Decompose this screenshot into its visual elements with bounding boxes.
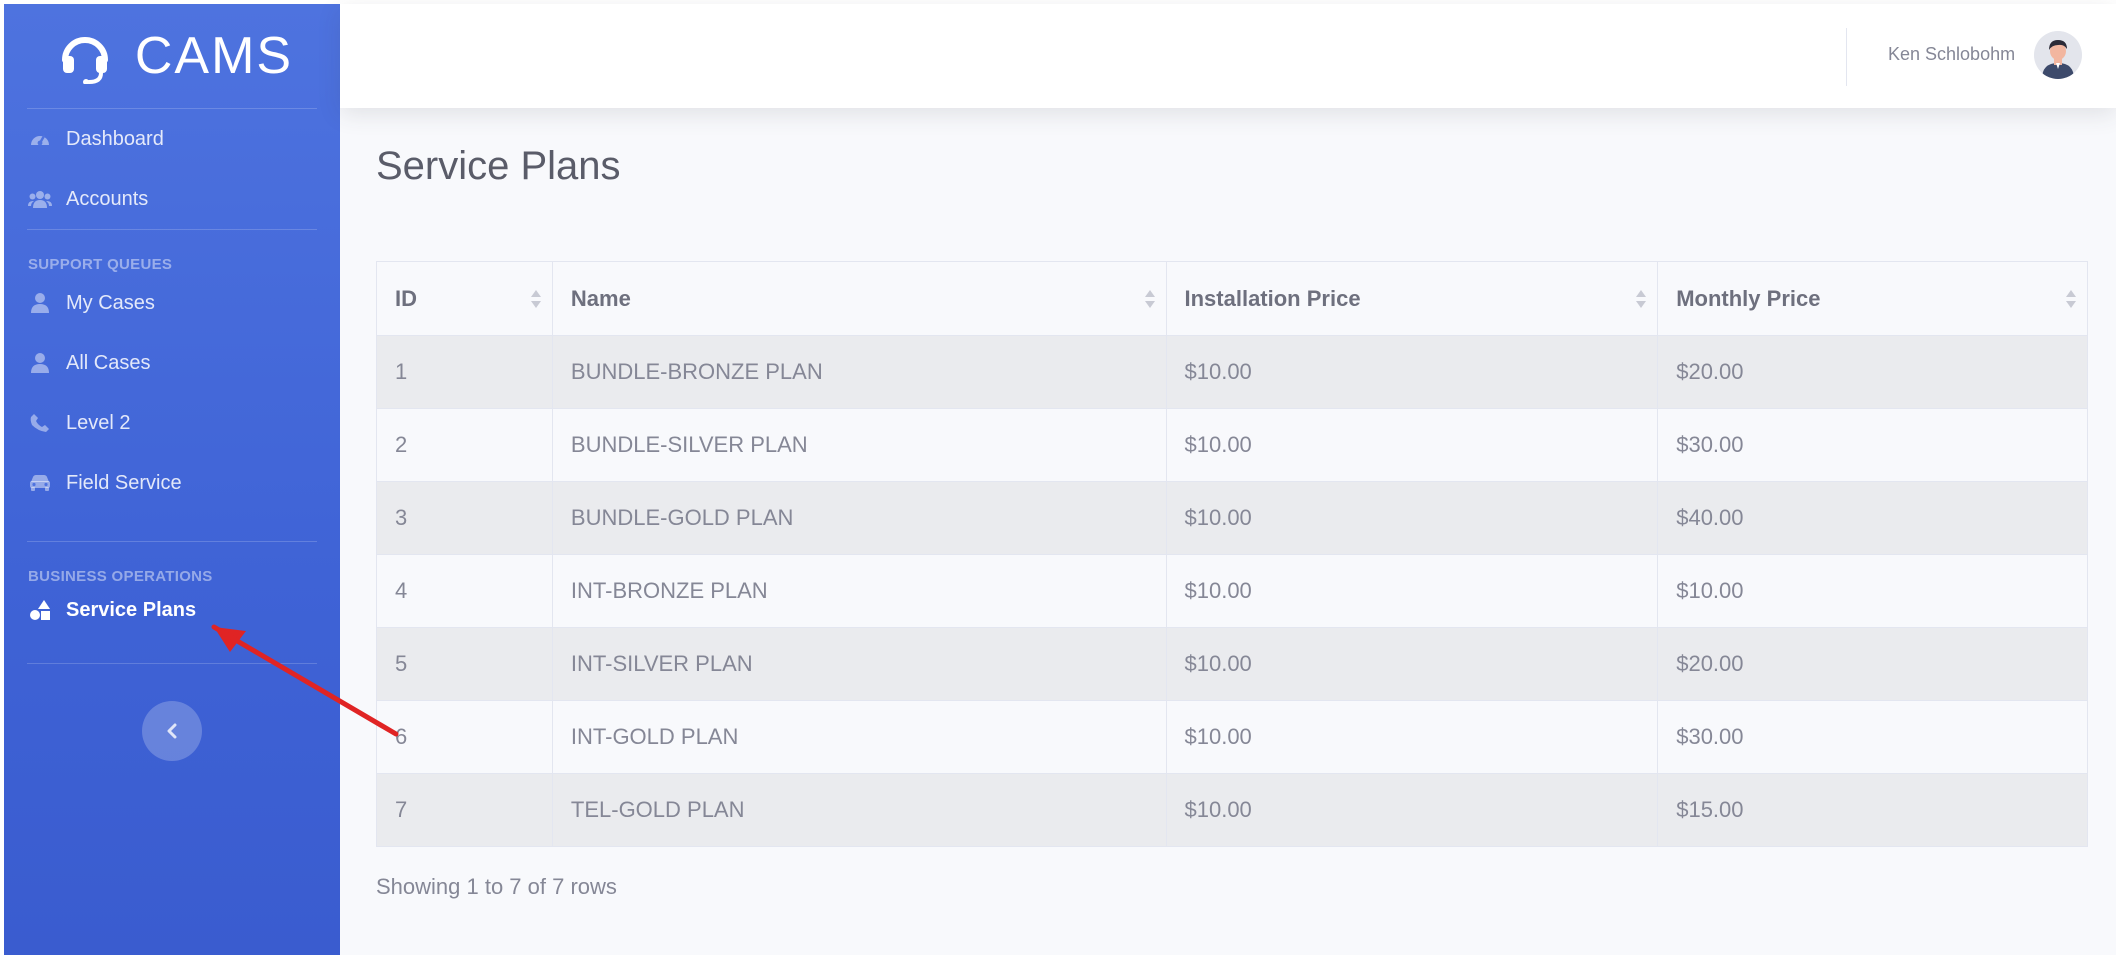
sidebar-item-my-cases[interactable]: My Cases — [4, 273, 340, 333]
users-icon — [28, 187, 52, 211]
sidebar-divider — [27, 229, 317, 230]
main-content: Service Plans ID Name Installation Price… — [340, 108, 2116, 955]
cell-monthly-price: $20.00 — [1657, 627, 2088, 701]
column-header-monthly-price[interactable]: Monthly Price — [1657, 261, 2088, 336]
sidebar-item-label: Dashboard — [66, 127, 164, 150]
chevron-left-icon — [167, 723, 177, 739]
cell-installation-price: $10.00 — [1165, 554, 1659, 628]
cell-name: INT-SILVER PLAN — [551, 627, 1167, 701]
cell-name: INT-GOLD PLAN — [551, 700, 1167, 774]
sidebar-item-label: Level 2 — [66, 411, 131, 434]
sidebar-item-label: All Cases — [66, 351, 151, 374]
service-plans-table: ID Name Installation Price Monthly Price — [376, 261, 2088, 847]
car-icon — [28, 471, 52, 495]
cell-id: 7 — [376, 773, 553, 847]
topbar: Ken Schlobohm — [340, 4, 2116, 108]
cell-installation-price: $10.00 — [1165, 627, 1659, 701]
column-header-label: Installation Price — [1184, 285, 1361, 311]
sidebar-item-all-cases[interactable]: All Cases — [4, 333, 340, 393]
cell-name: BUNDLE-BRONZE PLAN — [551, 335, 1167, 409]
sort-icon — [530, 290, 541, 308]
column-header-installation-price[interactable]: Installation Price — [1165, 261, 1659, 336]
sidebar-heading-business-operations: BUSINESS OPERATIONS — [28, 568, 213, 585]
shapes-icon — [28, 598, 52, 622]
cell-installation-price: $10.00 — [1165, 773, 1659, 847]
table-row[interactable]: 3 BUNDLE-GOLD PLAN $10.00 $40.00 — [376, 481, 2088, 555]
cell-installation-price: $10.00 — [1165, 335, 1659, 409]
cell-name: TEL-GOLD PLAN — [551, 773, 1167, 847]
column-header-label: ID — [395, 285, 417, 311]
table-row[interactable]: 2 BUNDLE-SILVER PLAN $10.00 $30.00 — [376, 408, 2088, 482]
cell-monthly-price: $10.00 — [1657, 554, 2088, 628]
phone-icon — [28, 411, 52, 435]
sidebar-item-service-plans[interactable]: Service Plans — [4, 585, 340, 635]
sidebar-item-label: Accounts — [66, 187, 149, 210]
cell-monthly-price: $20.00 — [1657, 335, 2088, 409]
tachometer-icon — [28, 127, 52, 151]
user-icon — [28, 291, 52, 315]
cell-installation-price: $10.00 — [1165, 408, 1659, 482]
sidebar-divider — [27, 663, 317, 664]
cell-monthly-price: $30.00 — [1657, 408, 2088, 482]
pagination-info: Showing 1 to 7 of 7 rows — [376, 874, 617, 899]
user-name[interactable]: Ken Schlobohm — [1888, 44, 2015, 65]
cell-id: 2 — [376, 408, 553, 482]
user-icon — [28, 351, 52, 375]
page-title: Service Plans — [376, 144, 621, 188]
cell-monthly-price: $40.00 — [1657, 481, 2088, 555]
column-header-label: Monthly Price — [1676, 285, 1821, 311]
cell-id: 6 — [376, 700, 553, 774]
sidebar-heading-support-queues: SUPPORT QUEUES — [28, 256, 173, 273]
table-row[interactable]: 5 INT-SILVER PLAN $10.00 $20.00 — [376, 627, 2088, 701]
sidebar-item-label: Service Plans — [66, 598, 197, 621]
table-header-row: ID Name Installation Price Monthly Price — [376, 261, 2088, 336]
sidebar-item-label: Field Service — [66, 471, 182, 494]
sidebar-item-accounts[interactable]: Accounts — [4, 169, 340, 229]
column-header-label: Name — [570, 285, 631, 311]
cell-installation-price: $10.00 — [1165, 700, 1659, 774]
cell-id: 5 — [376, 627, 553, 701]
sidebar-divider — [27, 541, 317, 542]
sort-icon — [2066, 290, 2076, 308]
cell-id: 1 — [376, 335, 553, 409]
cell-monthly-price: $15.00 — [1657, 773, 2088, 847]
sidebar-item-label: My Cases — [66, 291, 155, 314]
cell-name: INT-BRONZE PLAN — [551, 554, 1167, 628]
column-header-name[interactable]: Name — [551, 261, 1167, 336]
headset-icon — [61, 37, 108, 84]
cell-id: 4 — [376, 554, 553, 628]
cell-installation-price: $10.00 — [1165, 481, 1659, 555]
sort-icon — [1144, 290, 1155, 308]
topbar-divider — [1846, 28, 1847, 86]
cell-name: BUNDLE-GOLD PLAN — [551, 481, 1167, 555]
brand-name: CAMS — [134, 27, 294, 85]
cell-id: 3 — [376, 481, 553, 555]
sidebar-item-dashboard[interactable]: Dashboard — [4, 109, 340, 169]
sidebar-toggle-button[interactable] — [142, 701, 202, 761]
cell-name: BUNDLE-SILVER PLAN — [551, 408, 1167, 482]
sidebar: CAMS Dashboard Accounts SUPPORT QUEUES M… — [4, 4, 340, 955]
table-row[interactable]: 4 INT-BRONZE PLAN $10.00 $10.00 — [376, 554, 2088, 628]
brand[interactable]: CAMS — [4, 4, 340, 108]
sort-icon — [1636, 290, 1647, 308]
sidebar-item-field-service[interactable]: Field Service — [4, 453, 340, 513]
cell-monthly-price: $30.00 — [1657, 700, 2088, 774]
avatar-icon[interactable] — [2034, 31, 2082, 79]
table-row[interactable]: 7 TEL-GOLD PLAN $10.00 $15.00 — [376, 773, 2088, 847]
column-header-id[interactable]: ID — [376, 261, 553, 336]
table-row[interactable]: 1 BUNDLE-BRONZE PLAN $10.00 $20.00 — [376, 335, 2088, 409]
table-row[interactable]: 6 INT-GOLD PLAN $10.00 $30.00 — [376, 700, 2088, 774]
sidebar-item-level-2[interactable]: Level 2 — [4, 393, 340, 453]
